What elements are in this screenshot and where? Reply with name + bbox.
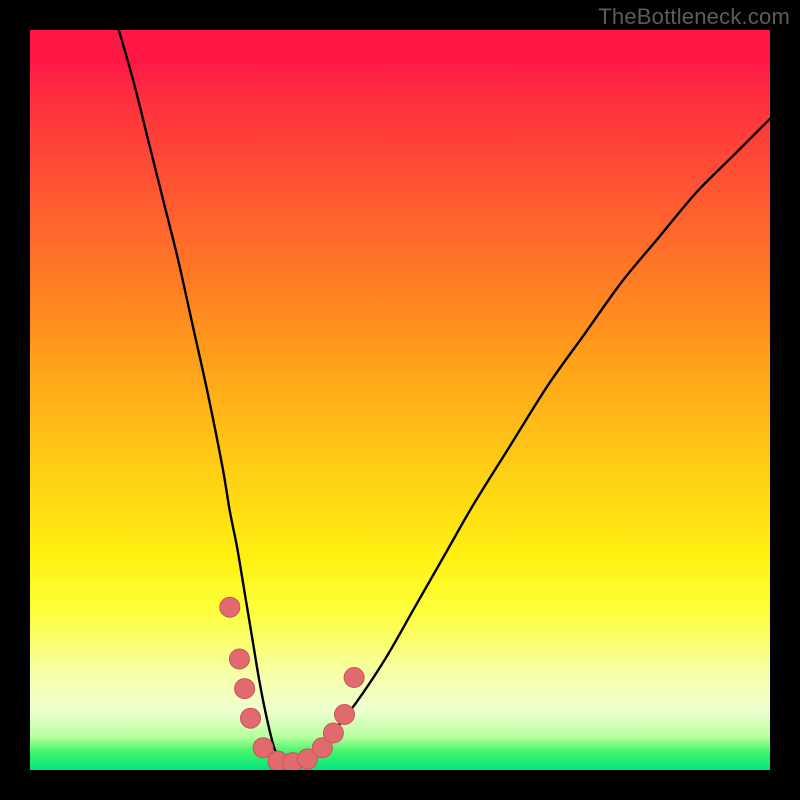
highlight-marker xyxy=(220,597,240,617)
plot-area xyxy=(30,30,770,770)
highlight-marker xyxy=(241,708,261,728)
highlight-marker xyxy=(323,723,343,743)
highlight-marker xyxy=(335,705,355,725)
highlight-marker xyxy=(229,649,249,669)
watermark-text: TheBottleneck.com xyxy=(598,4,790,30)
highlight-marker xyxy=(235,679,255,699)
highlight-marker xyxy=(344,668,364,688)
highlight-markers-group xyxy=(220,597,364,770)
bottleneck-curve xyxy=(119,30,770,766)
outer-frame: TheBottleneck.com xyxy=(0,0,800,800)
chart-svg xyxy=(30,30,770,770)
